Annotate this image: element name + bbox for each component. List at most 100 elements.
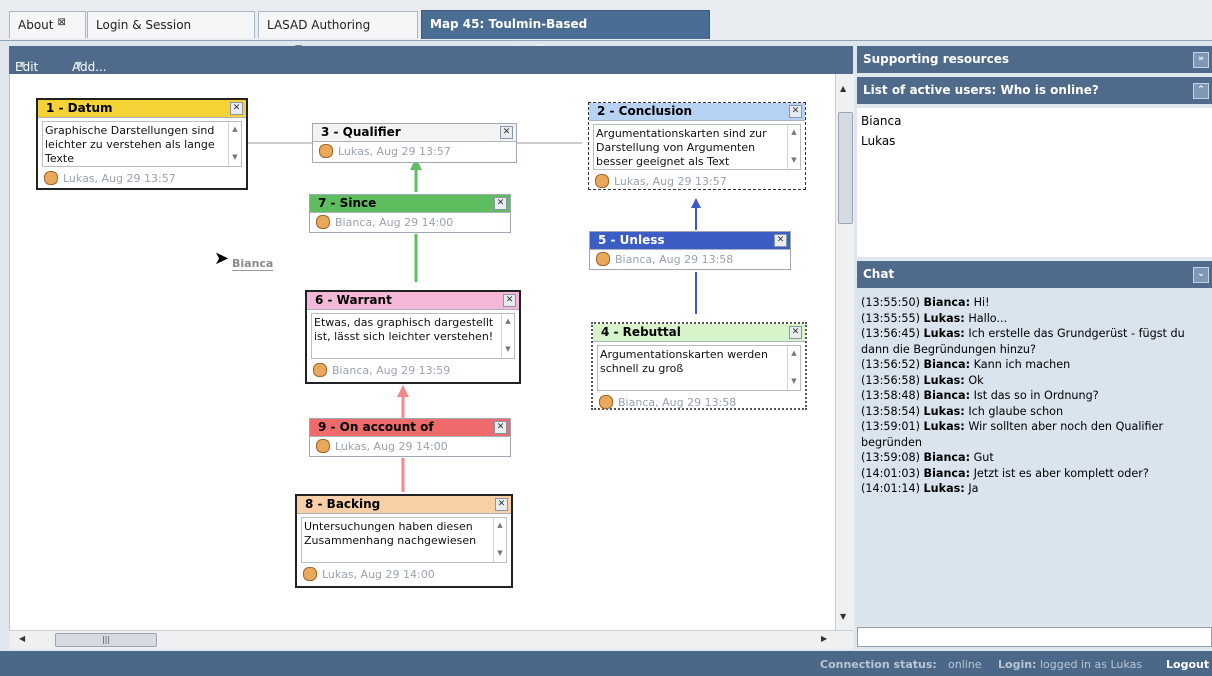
card-footer: Lukas, Aug 29 14:00 bbox=[310, 437, 510, 456]
scroll-left-icon[interactable]: ◀ bbox=[19, 634, 25, 643]
chat-time: (13:59:08) bbox=[861, 451, 920, 464]
chat-message: (13:56:45) Lukas: Ich erstelle das Grund… bbox=[861, 326, 1208, 357]
card-title: 4 - Rebuttal bbox=[601, 325, 681, 339]
card-since[interactable]: 7 - Since ✕ Bianca, Aug 29 14:00 bbox=[309, 194, 511, 233]
card-datum[interactable]: 1 - Datum ✕ Graphische Darstellungen sind… bbox=[36, 98, 248, 190]
card-header[interactable]: 2 - Conclusion ✕ bbox=[589, 103, 805, 121]
chat-user: Lukas: bbox=[923, 311, 965, 325]
chat-text: Ja bbox=[964, 482, 979, 495]
tab-map-45[interactable]: Map 45: Toulmin-Based Argumentation✕ bbox=[421, 10, 710, 58]
close-icon[interactable]: ✕ bbox=[774, 234, 787, 247]
tab-login-session-overview[interactable]: Login & Session Overview bbox=[87, 11, 255, 59]
close-icon[interactable]: ✕ bbox=[494, 421, 507, 434]
collapse-icon[interactable]: ⌄ bbox=[1193, 267, 1209, 283]
scrollbar-thumb[interactable]: ||| bbox=[55, 633, 157, 647]
card-backing[interactable]: 8 - Backing ✕ Untersuchungen haben diesen… bbox=[295, 494, 513, 588]
chat-input[interactable] bbox=[857, 627, 1212, 647]
collapse-icon[interactable]: ⌃ bbox=[1193, 83, 1209, 99]
chat-time: (13:56:58) bbox=[861, 373, 920, 387]
close-icon[interactable]: ✕ bbox=[789, 105, 802, 118]
close-icon[interactable]: ✕ bbox=[230, 102, 243, 115]
card-title: 6 - Warrant bbox=[315, 293, 392, 307]
close-icon[interactable]: ✕ bbox=[494, 197, 507, 210]
connection-status-value: online bbox=[948, 658, 982, 671]
card-author: Bianca, Aug 29 13:58 bbox=[615, 253, 734, 266]
chat-time: (13:55:50) bbox=[861, 296, 920, 309]
card-text[interactable]: Untersuchungen haben diesen Zusammenhang… bbox=[301, 517, 507, 563]
card-text[interactable]: Argumentationskarten werden schnell zu g… bbox=[597, 345, 801, 391]
card-header[interactable]: 4 - Rebuttal ✕ bbox=[593, 324, 805, 342]
user-icon bbox=[316, 215, 330, 229]
scrollbar[interactable]: ▲ ▼ bbox=[228, 122, 241, 166]
tab-label: About bbox=[18, 18, 54, 32]
user-icon bbox=[313, 363, 327, 377]
list-item: Bianca bbox=[861, 114, 902, 128]
tab-about[interactable]: About ⊠ bbox=[9, 11, 86, 38]
close-icon[interactable]: ✕ bbox=[500, 126, 513, 139]
card-conclusion[interactable]: 2 - Conclusion ✕ Argumentationskarten sin… bbox=[588, 102, 806, 190]
login-value: logged in as Lukas bbox=[1040, 658, 1143, 671]
card-header[interactable]: 9 - On account of ✕ bbox=[310, 419, 510, 437]
user-icon bbox=[319, 144, 333, 158]
card-header[interactable]: 8 - Backing ✕ bbox=[297, 496, 511, 514]
card-header[interactable]: 6 - Warrant ✕ bbox=[307, 292, 519, 310]
active-users-list: Bianca Lukas bbox=[857, 108, 1212, 257]
card-header[interactable]: 7 - Since ✕ bbox=[310, 195, 510, 213]
chat-message: (13:56:52) Bianca: Kann ich machen bbox=[861, 357, 1208, 373]
canvas-horizontal-scrollbar[interactable]: ◀ ||| ▶ bbox=[9, 630, 853, 649]
card-text[interactable]: Graphische Darstellungen sind leichter z… bbox=[42, 121, 242, 167]
card-author: Lukas, Aug 29 14:00 bbox=[335, 440, 448, 453]
scroll-right-icon[interactable]: ▶ bbox=[821, 634, 827, 643]
chat-header[interactable]: Chat ⌄ bbox=[857, 261, 1212, 288]
chat-text: Ok bbox=[964, 373, 984, 387]
chat-user: Lukas: bbox=[923, 327, 965, 340]
canvas-vertical-scrollbar[interactable]: ▲ ▼ bbox=[835, 74, 854, 630]
user-icon bbox=[316, 439, 330, 453]
close-icon[interactable]: ⊠ bbox=[57, 17, 65, 28]
card-header[interactable]: 5 - Unless ✕ bbox=[590, 232, 790, 250]
card-qualifier[interactable]: 3 - Qualifier ✕ Lukas, Aug 29 13:57 bbox=[312, 123, 517, 163]
chat-time: (13:58:48) bbox=[861, 389, 920, 402]
connection-status-label: Connection status: bbox=[820, 658, 937, 671]
card-on-account-of[interactable]: 9 - On account of ✕ Lukas, Aug 29 14:00 bbox=[309, 418, 511, 457]
scrollbar[interactable]: ▲ ▼ bbox=[493, 518, 506, 562]
card-text[interactable]: Etwas, das graphisch dargestellt ist, lä… bbox=[311, 313, 515, 359]
user-icon bbox=[595, 174, 609, 188]
card-text-content: Argumentationskarten sind zur Darstellun… bbox=[596, 127, 767, 168]
card-warrant[interactable]: 6 - Warrant ✕ Etwas, das graphisch darges… bbox=[305, 290, 521, 384]
card-title: 7 - Since bbox=[318, 196, 377, 210]
card-footer: Bianca, Aug 29 14:00 bbox=[310, 213, 510, 232]
card-header[interactable]: 1 - Datum ✕ bbox=[38, 100, 246, 118]
scrollbar[interactable]: ▲ ▼ bbox=[787, 125, 800, 169]
logout-link[interactable]: Logout bbox=[1166, 658, 1209, 671]
chat-message: (13:59:08) Bianca: Gut bbox=[861, 450, 1208, 466]
login-label: Login: bbox=[998, 658, 1037, 671]
card-author: Lukas, Aug 29 13:57 bbox=[63, 172, 176, 185]
card-text[interactable]: Argumentationskarten sind zur Darstellun… bbox=[593, 124, 801, 170]
tab-lasad-authoring-tool[interactable]: LASAD Authoring Tool⊠ bbox=[258, 11, 418, 59]
scrollbar-thumb[interactable] bbox=[838, 112, 853, 224]
chat-text: Ist das so in Ordnung? bbox=[970, 389, 1099, 402]
expand-icon[interactable]: » bbox=[1193, 52, 1209, 68]
remote-cursor-label: Bianca bbox=[232, 257, 274, 271]
chat-time: (13:59:01) bbox=[861, 420, 920, 433]
argument-map-canvas[interactable]: 1 - Datum ✕ Graphische Darstellungen sind… bbox=[9, 74, 836, 630]
card-header[interactable]: 3 - Qualifier ✕ bbox=[313, 124, 516, 142]
chat-message: (14:01:03) Bianca: Jetzt ist es aber kom… bbox=[861, 466, 1208, 482]
card-unless[interactable]: 5 - Unless ✕ Bianca, Aug 29 13:58 bbox=[589, 231, 791, 270]
scrollbar[interactable]: ▲ ▼ bbox=[787, 346, 800, 390]
card-footer: Lukas, Aug 29 13:57 bbox=[313, 142, 516, 161]
chat-text: Hi! bbox=[970, 296, 990, 309]
scroll-up-icon[interactable]: ▲ bbox=[840, 84, 846, 93]
close-icon[interactable]: ✕ bbox=[495, 498, 508, 511]
chat-time: (13:55:55) bbox=[861, 311, 920, 325]
scroll-down-icon[interactable]: ▼ bbox=[840, 612, 846, 621]
supporting-resources-header[interactable]: Supporting resources » bbox=[857, 46, 1212, 73]
chat-text: Hallo... bbox=[964, 311, 1008, 325]
active-users-header[interactable]: List of active users: Who is online? ⌃ bbox=[857, 77, 1212, 104]
card-rebuttal[interactable]: 4 - Rebuttal ✕ Argumentationskarten werde… bbox=[591, 322, 807, 410]
scrollbar[interactable]: ▲ ▼ bbox=[501, 314, 514, 358]
close-icon[interactable]: ✕ bbox=[789, 326, 802, 339]
close-icon[interactable]: ✕ bbox=[503, 294, 516, 307]
panel-title: List of active users: Who is online? bbox=[863, 83, 1099, 97]
